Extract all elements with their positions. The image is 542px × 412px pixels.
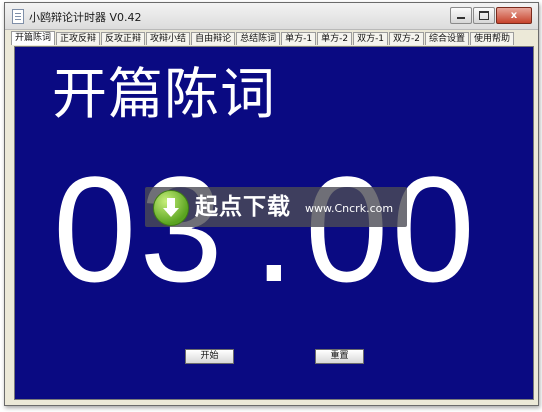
app-icon	[12, 9, 24, 24]
tab-bar: 开篇陈词 正攻反辩 反攻正辩 攻辩小结 自由辩论 总结陈词 单方-1 单方-2 …	[11, 31, 515, 46]
close-button[interactable]: x	[496, 7, 532, 24]
tab-closing-statement[interactable]: 总结陈词	[236, 32, 281, 45]
timer-separator: .	[253, 145, 295, 313]
tab-free-debate[interactable]: 自由辩论	[191, 32, 236, 45]
tab-single-2[interactable]: 单方-2	[317, 32, 353, 45]
download-arrow-icon	[153, 190, 189, 226]
tab-settings[interactable]: 综合设置	[425, 32, 470, 45]
timer-seconds: 00	[305, 145, 478, 313]
watermark-brand: 起点下载	[195, 194, 291, 220]
tab-help[interactable]: 使用帮助	[470, 32, 515, 45]
timer-panel: 开篇陈词 03 . 00 起点下载 www.Cncrk.com 开始 重置	[14, 46, 534, 400]
timer-minutes: 03	[53, 145, 226, 313]
tab-both-2[interactable]: 双方-2	[389, 32, 425, 45]
app-window: 小鸥辩论计时器 V0.42 x 开篇陈词 正攻反辩 反攻正辩 攻辩小结 自由辩论…	[4, 2, 539, 406]
watermark-banner: 起点下载 www.Cncrk.com	[145, 187, 407, 227]
tab-single-1[interactable]: 单方-1	[281, 32, 317, 45]
reset-button[interactable]: 重置	[315, 349, 364, 364]
tab-affirmative-cross[interactable]: 正攻反辩	[56, 32, 101, 45]
window-title: 小鸥辩论计时器 V0.42	[29, 11, 142, 24]
timer-display: 03 . 00	[15, 139, 533, 319]
tab-cross-summary[interactable]: 攻辩小结	[146, 32, 191, 45]
start-button[interactable]: 开始	[185, 349, 234, 364]
maximize-button[interactable]	[473, 7, 495, 24]
title-bar[interactable]: 小鸥辩论计时器 V0.42 x	[5, 3, 538, 30]
maximize-icon	[479, 11, 489, 20]
tab-negative-cross[interactable]: 反攻正辩	[101, 32, 146, 45]
minimize-icon	[457, 17, 465, 19]
minimize-button[interactable]	[450, 7, 472, 24]
tab-both-1[interactable]: 双方-1	[353, 32, 389, 45]
phase-title: 开篇陈词	[52, 62, 277, 126]
close-icon: x	[510, 10, 518, 21]
watermark-url: www.Cncrk.com	[305, 202, 394, 215]
window-controls: x	[450, 7, 532, 24]
tab-opening-statement[interactable]: 开篇陈词	[11, 31, 56, 45]
